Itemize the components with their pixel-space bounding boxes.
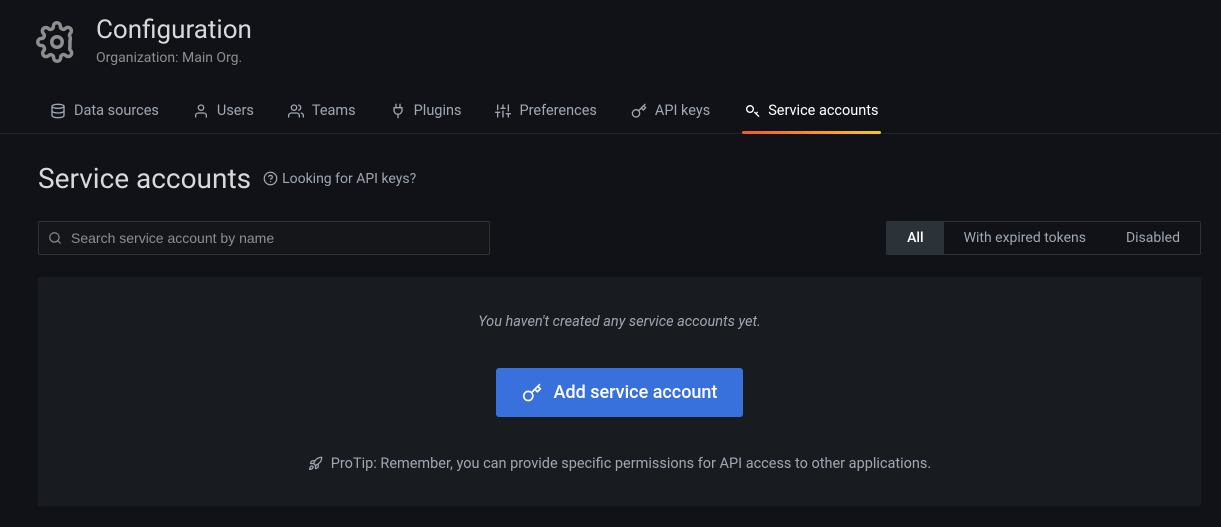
database-icon: [50, 103, 66, 119]
page-title: Service accounts: [38, 162, 251, 195]
tab-service-accounts[interactable]: Service accounts: [742, 92, 880, 133]
tab-users[interactable]: Users: [191, 92, 256, 133]
hint-text: Looking for API keys?: [282, 171, 416, 187]
tab-preferences[interactable]: Preferences: [493, 92, 598, 133]
question-circle-icon: [263, 171, 278, 186]
empty-state-panel: You haven't created any service accounts…: [38, 277, 1201, 506]
tab-label: Users: [217, 102, 254, 119]
page-header-subtitle: Organization: Main Org.: [96, 50, 252, 66]
page-header-title: Configuration: [96, 15, 252, 46]
tab-label: Data sources: [74, 102, 159, 119]
tab-bar: Data sources Users Teams Plugins Prefere…: [0, 92, 1221, 134]
tab-label: Preferences: [519, 102, 596, 119]
user-icon: [193, 103, 209, 119]
api-keys-hint-link[interactable]: Looking for API keys?: [263, 171, 416, 187]
key-icon: [522, 383, 542, 403]
search-wrapper: [38, 221, 490, 255]
tab-api-keys[interactable]: API keys: [629, 92, 712, 133]
filter-group: All With expired tokens Disabled: [886, 221, 1201, 255]
tab-label: Teams: [312, 102, 356, 119]
users-icon: [288, 103, 304, 119]
sliders-icon: [495, 103, 511, 119]
page-header: Configuration Organization: Main Org.: [0, 0, 1221, 66]
tab-data-sources[interactable]: Data sources: [48, 92, 161, 133]
tab-plugins[interactable]: Plugins: [388, 92, 464, 133]
key-icon: [631, 103, 647, 119]
filter-disabled[interactable]: Disabled: [1106, 222, 1200, 254]
search-input[interactable]: [38, 221, 490, 255]
filter-expired-tokens[interactable]: With expired tokens: [944, 222, 1106, 254]
add-service-account-button[interactable]: Add service account: [496, 368, 744, 417]
filter-all[interactable]: All: [887, 222, 943, 254]
tab-label: API keys: [655, 102, 710, 119]
button-label: Add service account: [554, 382, 718, 403]
content-area: Service accounts Looking for API keys? A…: [0, 134, 1221, 506]
plug-icon: [390, 103, 406, 119]
empty-message: You haven't created any service accounts…: [58, 313, 1181, 330]
search-icon: [48, 231, 62, 245]
gear-icon: [36, 21, 78, 63]
tab-teams[interactable]: Teams: [286, 92, 358, 133]
tab-label: Plugins: [414, 102, 462, 119]
protip-text: ProTip: Remember, you can provide specif…: [331, 455, 931, 472]
service-account-icon: [744, 103, 760, 119]
tab-label: Service accounts: [768, 102, 878, 119]
rocket-icon: [308, 456, 323, 471]
